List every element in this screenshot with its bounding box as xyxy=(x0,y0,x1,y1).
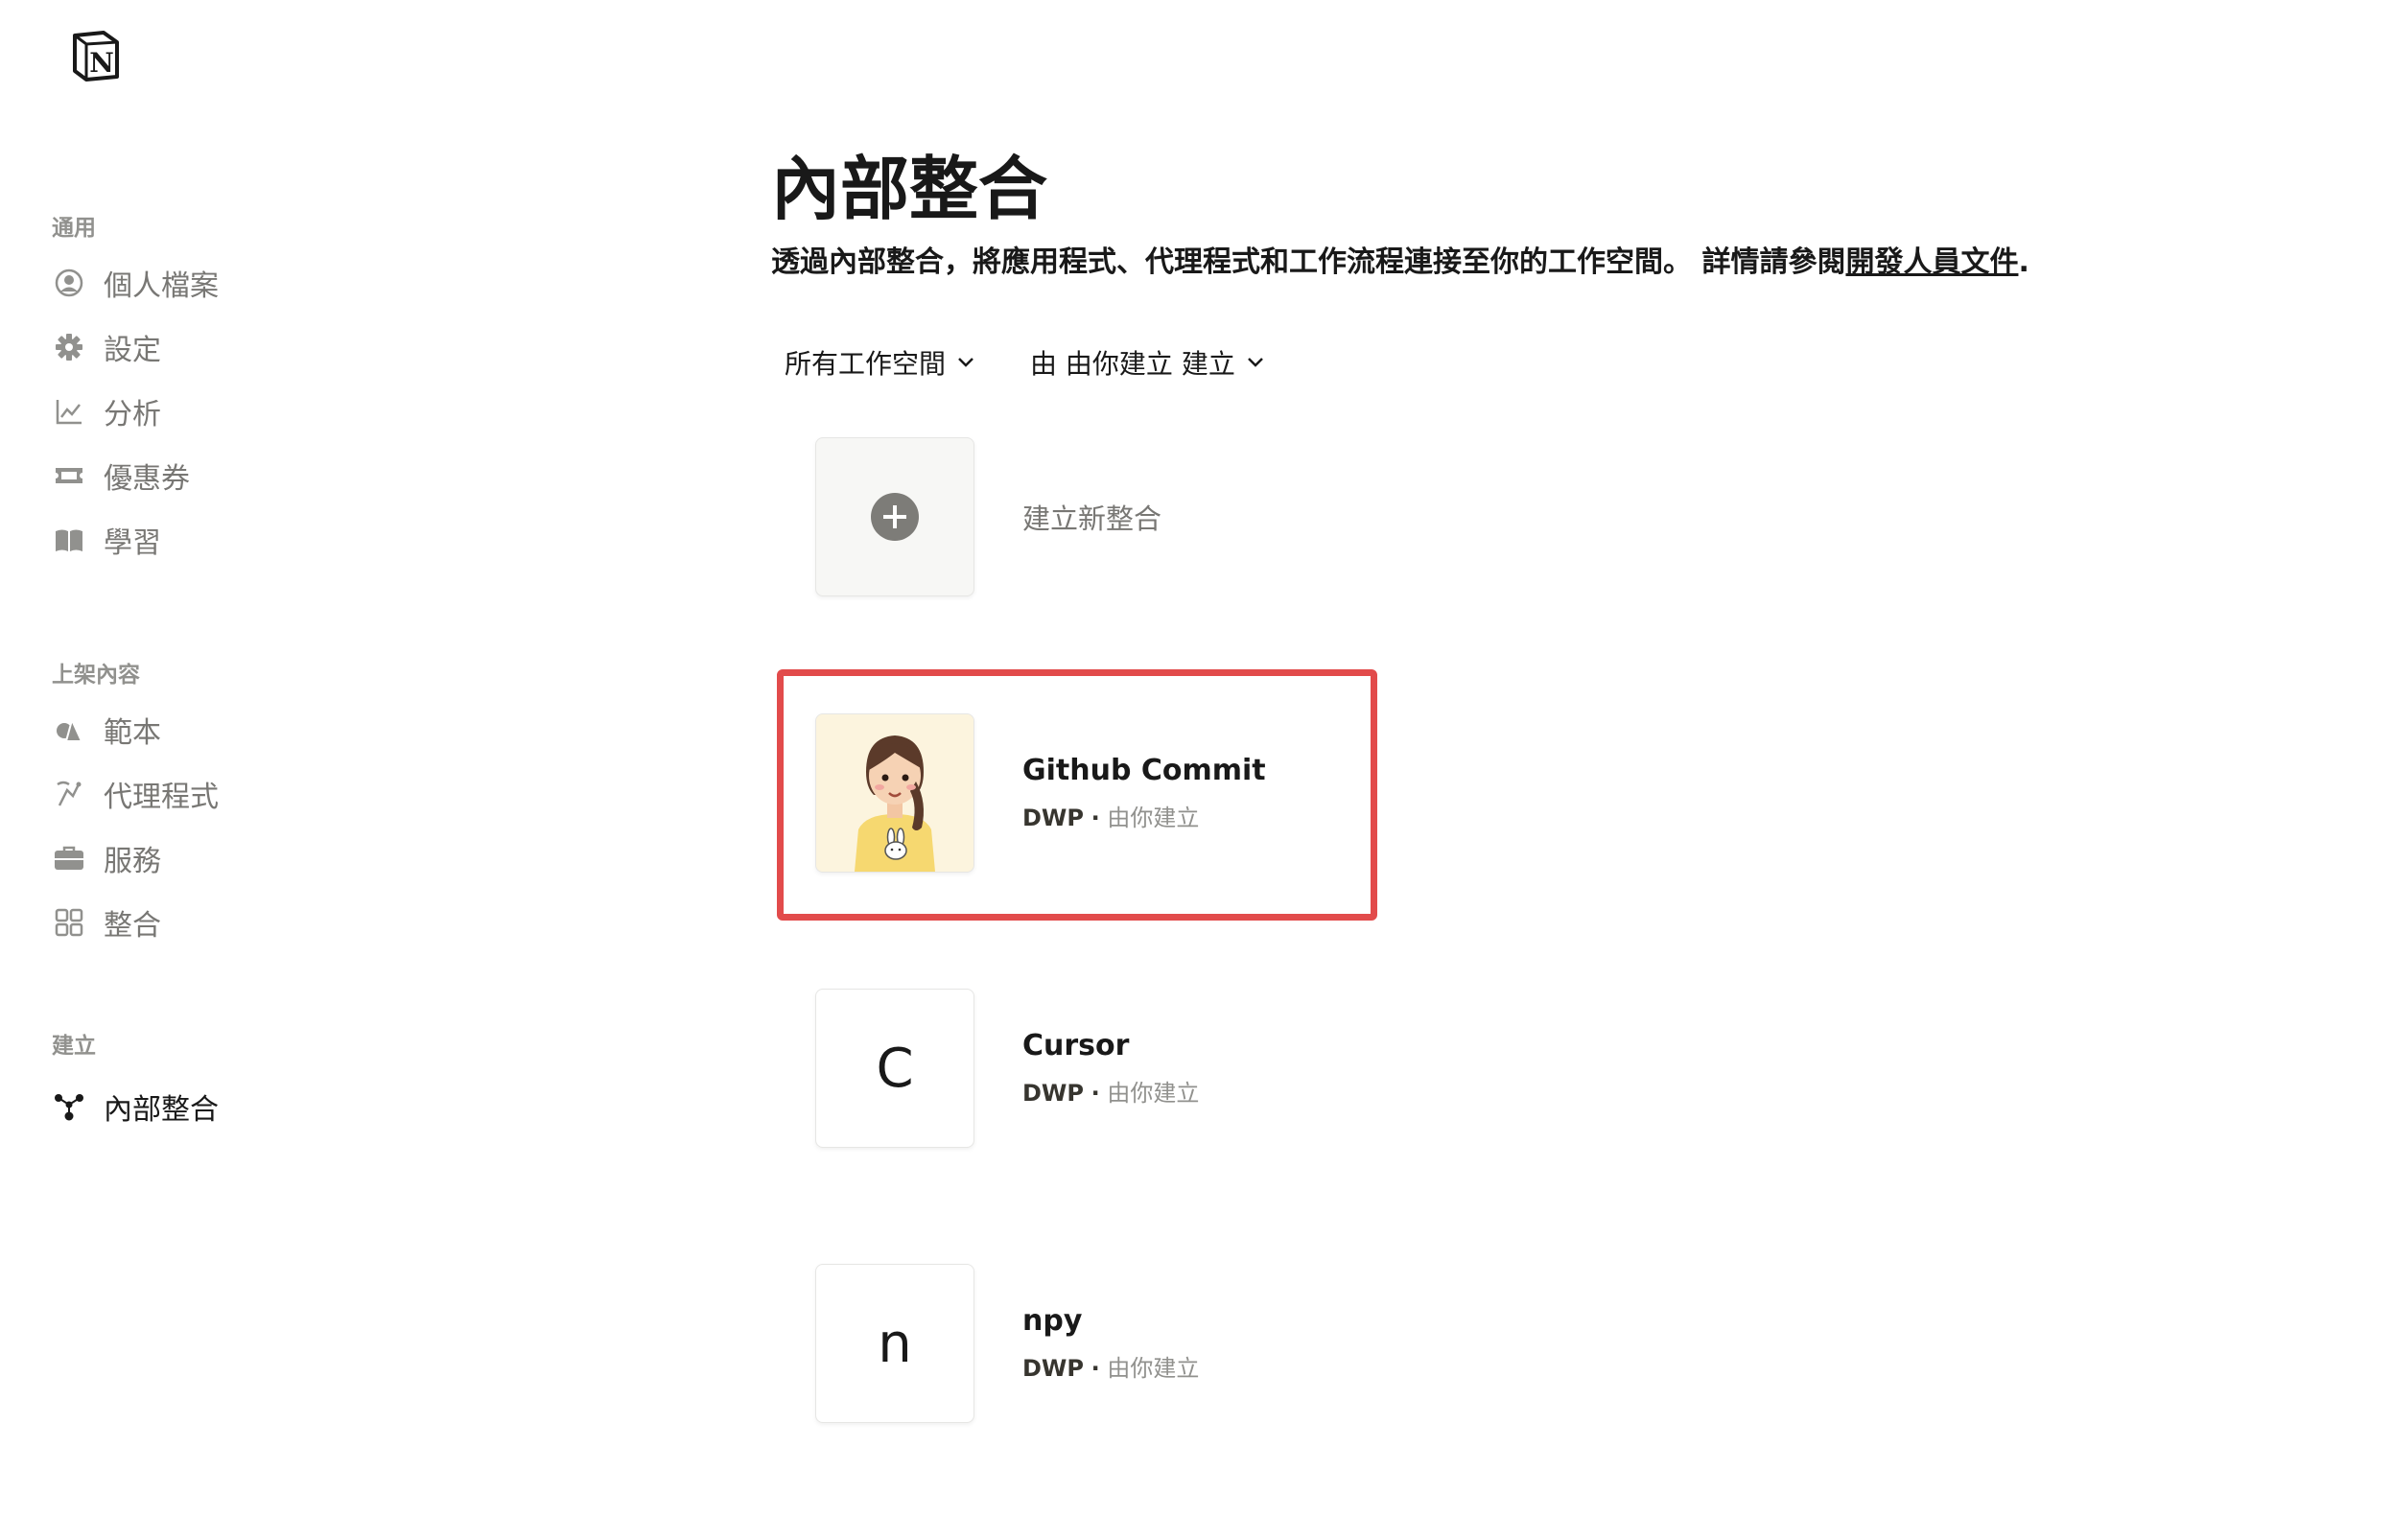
integration-card[interactable]: n npy DWP · 由你建立 xyxy=(815,1264,1199,1423)
chevron-down-icon xyxy=(958,358,973,367)
sidebar-item-agents[interactable]: 代理程式 xyxy=(52,761,435,826)
ticket-icon xyxy=(52,458,86,493)
integration-workspace: DWP xyxy=(1022,1355,1084,1382)
section-label-listed: 上架內容 xyxy=(52,663,140,688)
sidebar-item-label: 個人檔案 xyxy=(104,268,219,303)
nodes-icon xyxy=(52,1089,86,1124)
integration-name: Cursor xyxy=(1022,1029,1130,1062)
sidebar-item-coupons[interactable]: 優惠券 xyxy=(52,443,435,507)
sidebar-item-label: 設定 xyxy=(104,333,161,367)
integration-card[interactable]: C Cursor DWP · 由你建立 xyxy=(815,989,1199,1148)
sidebar-item-integrations[interactable]: 整合 xyxy=(52,890,435,954)
profile-icon xyxy=(52,266,86,300)
meta-separator: · xyxy=(1090,1355,1100,1382)
sidebar-item-learn[interactable]: 學習 xyxy=(52,507,435,572)
new-integration-thumb[interactable] xyxy=(815,437,974,596)
book-icon xyxy=(52,523,86,557)
page-title: 內部整合 xyxy=(771,149,1048,229)
integration-meta: DWP · 由你建立 xyxy=(1022,1349,1199,1383)
integration-letter-thumb: C xyxy=(815,989,974,1148)
integration-name: npy xyxy=(1022,1304,1083,1338)
briefcase-icon xyxy=(52,841,86,875)
new-integration-label: 建立新整合 xyxy=(1022,502,1162,535)
creator-filter[interactable]: 由 由你建立 建立 xyxy=(1030,343,1264,382)
workspace-filter[interactable]: 所有工作空間 xyxy=(785,343,974,382)
chevron-down-icon xyxy=(1247,358,1263,367)
integration-letter-thumb: n xyxy=(815,1264,974,1423)
sidebar-item-templates[interactable]: 範本 xyxy=(52,697,435,761)
plus-circle-icon xyxy=(871,493,919,541)
subtitle-text: 透過內部整合，將應用程式、代理程式和工作流程連接至你的工作空間。 詳情請參閱 xyxy=(771,245,1846,279)
section-label-general: 通用 xyxy=(52,216,96,241)
gear-icon xyxy=(52,330,86,364)
sidebar-item-analytics[interactable]: 分析 xyxy=(52,379,435,443)
notion-logo-icon[interactable]: N xyxy=(69,29,123,82)
agent-icon xyxy=(52,777,86,811)
integration-creator: 由你建立 xyxy=(1107,1080,1200,1107)
developer-docs-link[interactable]: 開發人員文件 xyxy=(1845,245,2018,279)
sidebar-item-label: 優惠券 xyxy=(104,461,190,496)
grid-icon xyxy=(52,905,86,940)
workspace-filter-label: 所有工作空間 xyxy=(785,348,947,380)
sidebar-item-label: 整合 xyxy=(104,908,161,943)
sidebar-item-services[interactable]: 服務 xyxy=(52,826,435,890)
filter-bar: 所有工作空間 由 由你建立 建立 xyxy=(785,343,1264,382)
sidebar-item-label: 服務 xyxy=(104,844,161,878)
svg-text:N: N xyxy=(89,47,114,79)
sidebar-item-label: 分析 xyxy=(104,397,161,432)
sidebar-item-internal-integrations[interactable]: 內部整合 xyxy=(52,1074,435,1138)
sidebar-item-settings[interactable]: 設定 xyxy=(52,315,435,379)
sidebar-item-label: 內部整合 xyxy=(104,1092,219,1127)
subtitle-end: . xyxy=(2018,245,2029,279)
sidebar-item-label: 學習 xyxy=(104,525,161,560)
sidebar: 通用 個人檔案 設定 分析 優惠券 學習 上架內容 範本 代理程式 服務 整合 … xyxy=(52,206,435,1138)
integration-creator: 由你建立 xyxy=(1107,1355,1200,1382)
integration-meta: DWP · 由你建立 xyxy=(1022,1074,1199,1108)
section-label-build: 建立 xyxy=(52,1034,96,1059)
shapes-icon xyxy=(52,712,86,747)
chart-icon xyxy=(52,394,86,429)
sidebar-item-label: 代理程式 xyxy=(104,780,219,814)
page-subtitle: 透過內部整合，將應用程式、代理程式和工作流程連接至你的工作空間。 詳情請參閱開發… xyxy=(771,238,2029,280)
highlight-box xyxy=(777,669,1377,921)
creator-filter-label: 由 由你建立 建立 xyxy=(1030,348,1235,380)
meta-separator: · xyxy=(1090,1080,1100,1107)
sidebar-item-profile[interactable]: 個人檔案 xyxy=(52,250,435,315)
integration-workspace: DWP xyxy=(1022,1080,1084,1107)
new-integration-card[interactable]: 建立新整合 xyxy=(815,437,1161,596)
sidebar-item-label: 範本 xyxy=(104,715,161,750)
